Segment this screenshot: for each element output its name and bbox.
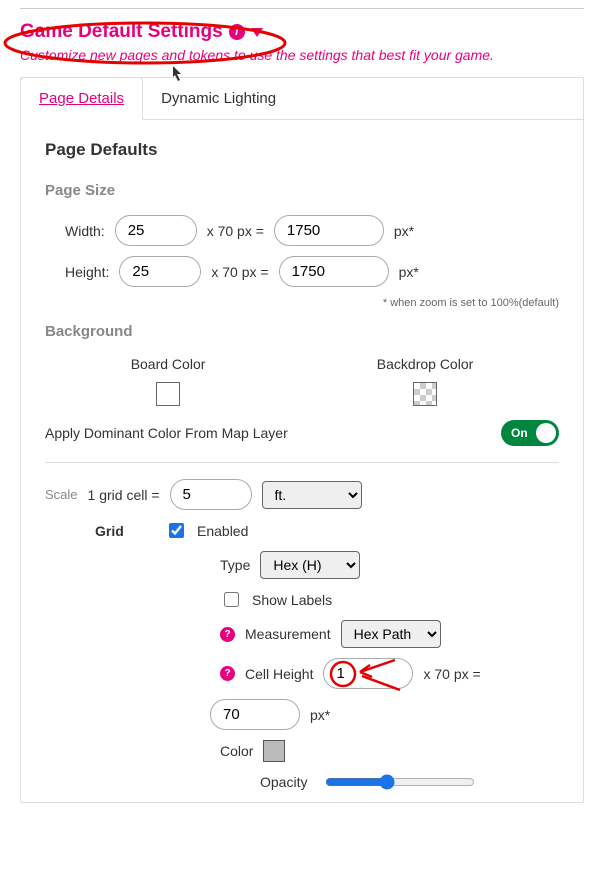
height-label: Height: bbox=[65, 264, 109, 280]
board-color-swatch[interactable] bbox=[156, 382, 180, 406]
toggle-knob bbox=[536, 423, 556, 443]
scale-label: Scale bbox=[45, 487, 78, 502]
scale-unit-select[interactable]: ft.m.km.mi.in.cm.un.sq. bbox=[262, 481, 362, 509]
width-label: Width: bbox=[65, 223, 105, 239]
backdrop-color-label: Backdrop Color bbox=[377, 356, 474, 372]
height-px-suffix: px* bbox=[399, 264, 419, 280]
caret-down-icon[interactable] bbox=[251, 28, 263, 37]
height-cells-input[interactable] bbox=[119, 256, 201, 287]
show-labels-checkbox[interactable] bbox=[224, 592, 239, 607]
grid-enabled-label: Enabled bbox=[197, 523, 248, 539]
page-size-heading: Page Size bbox=[45, 182, 559, 199]
zoom-note: * when zoom is set to 100%(default) bbox=[45, 297, 559, 309]
grid-type-select[interactable]: SquareHex (V)Hex (H) bbox=[260, 551, 360, 579]
opacity-label: Opacity bbox=[260, 774, 307, 790]
scale-value-input[interactable] bbox=[170, 479, 252, 510]
grid-type-label: Type bbox=[220, 557, 250, 573]
show-labels-label: Show Labels bbox=[252, 592, 332, 608]
cell-px-suffix: px* bbox=[310, 707, 330, 723]
page-defaults-heading: Page Defaults bbox=[45, 140, 559, 160]
info-icon[interactable]: i bbox=[229, 24, 245, 40]
backdrop-color-swatch[interactable] bbox=[413, 382, 437, 406]
dominant-color-toggle[interactable]: On bbox=[501, 420, 559, 446]
tab-dynamic-lighting[interactable]: Dynamic Lighting bbox=[143, 78, 294, 119]
height-row: Height: x 70 px = px* bbox=[65, 256, 559, 287]
cell-height-label: Cell Height bbox=[245, 666, 313, 682]
board-color-label: Board Color bbox=[131, 356, 206, 372]
height-mult: x 70 px = bbox=[211, 264, 268, 280]
help-icon[interactable]: ? bbox=[220, 666, 235, 681]
tabs: Page Details Dynamic Lighting bbox=[21, 78, 583, 120]
dominant-color-label: Apply Dominant Color From Map Layer bbox=[45, 425, 288, 441]
height-px-input[interactable] bbox=[279, 256, 389, 287]
cell-height-input[interactable] bbox=[323, 658, 413, 689]
grid-color-swatch[interactable] bbox=[263, 740, 285, 762]
width-px-input[interactable] bbox=[274, 215, 384, 246]
measurement-select[interactable]: Hex PathEuclideanManhattan bbox=[341, 620, 441, 648]
grid-label: Grid bbox=[95, 523, 155, 539]
cell-mult: x 70 px = bbox=[423, 666, 480, 682]
measurement-label: Measurement bbox=[245, 626, 331, 642]
tab-page-details[interactable]: Page Details bbox=[20, 77, 143, 120]
scale-equals: 1 grid cell = bbox=[88, 487, 160, 503]
width-px-suffix: px* bbox=[394, 223, 414, 239]
width-row: Width: x 70 px = px* bbox=[65, 215, 559, 246]
width-cells-input[interactable] bbox=[115, 215, 197, 246]
width-mult: x 70 px = bbox=[207, 223, 264, 239]
opacity-slider[interactable] bbox=[325, 774, 475, 790]
grid-color-label: Color bbox=[220, 743, 253, 759]
section-title[interactable]: Game Default Settings i bbox=[20, 21, 263, 43]
cell-px-input[interactable] bbox=[210, 699, 300, 730]
section-title-text: Game Default Settings bbox=[20, 21, 223, 43]
background-heading: Background bbox=[45, 323, 559, 340]
help-icon[interactable]: ? bbox=[220, 627, 235, 642]
section-subtitle: Customize new pages and tokens to use th… bbox=[20, 47, 584, 63]
grid-enabled-checkbox[interactable] bbox=[169, 523, 184, 538]
